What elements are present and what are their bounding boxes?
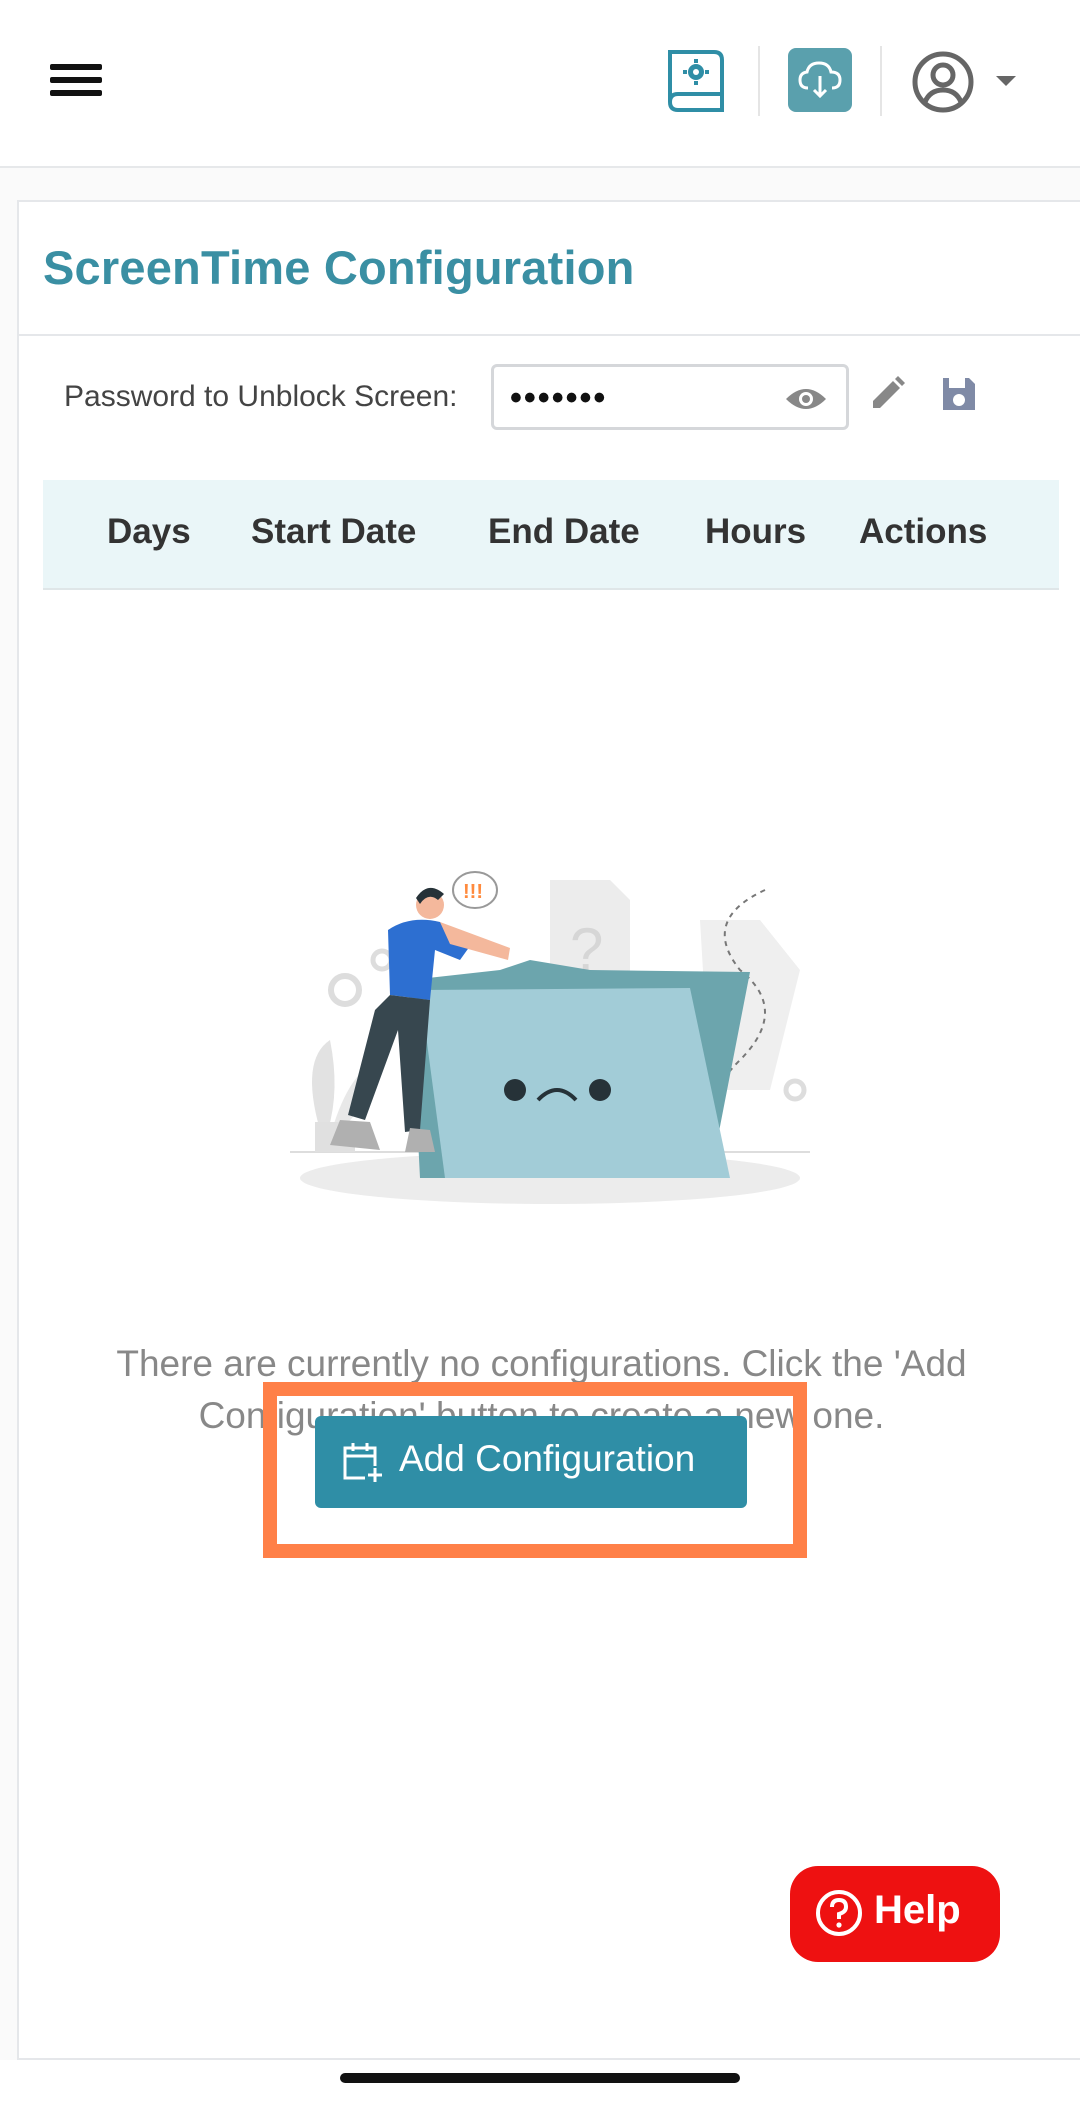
question-circle-icon: [816, 1890, 862, 1936]
divider: [19, 334, 1080, 336]
header-divider: [880, 46, 882, 116]
pencil-icon[interactable]: [867, 374, 907, 414]
caret-down-icon: [996, 76, 1016, 86]
password-field[interactable]: •••••••: [491, 364, 849, 430]
settings-guide-icon[interactable]: [664, 46, 728, 116]
account-menu[interactable]: [910, 48, 1030, 116]
column-header-hours[interactable]: Hours: [705, 512, 806, 552]
account-icon: [912, 51, 974, 113]
password-value[interactable]: •••••••: [510, 379, 607, 418]
add-configuration-label: Add Configuration: [399, 1438, 696, 1479]
eye-icon[interactable]: [784, 383, 828, 415]
svg-text:!!!: !!!: [463, 881, 483, 903]
column-header-days[interactable]: Days: [107, 512, 191, 552]
column-header-actions: Actions: [859, 512, 988, 551]
cloud-download-icon[interactable]: [788, 48, 852, 112]
page-title: ScreenTime Configuration: [43, 241, 635, 294]
save-icon[interactable]: [939, 374, 979, 414]
home-indicator: [340, 2073, 740, 2083]
empty-folder-illustration: ? !!!: [290, 871, 810, 1204]
top-bar: [0, 0, 1080, 168]
help-label: Help: [874, 1888, 961, 1932]
column-header-start-date[interactable]: Start Date: [251, 512, 416, 552]
help-button[interactable]: Help: [790, 1866, 1000, 1962]
add-configuration-button[interactable]: Add Configuration: [315, 1416, 747, 1508]
menu-icon[interactable]: [50, 60, 104, 100]
table-header: Days Start Date End Date Hours Actions: [43, 480, 1059, 590]
column-header-end-date[interactable]: End Date: [488, 512, 640, 552]
header-divider: [758, 46, 760, 116]
calendar-add-icon: [343, 1443, 385, 1484]
password-label: Password to Unblock Screen:: [64, 380, 458, 413]
